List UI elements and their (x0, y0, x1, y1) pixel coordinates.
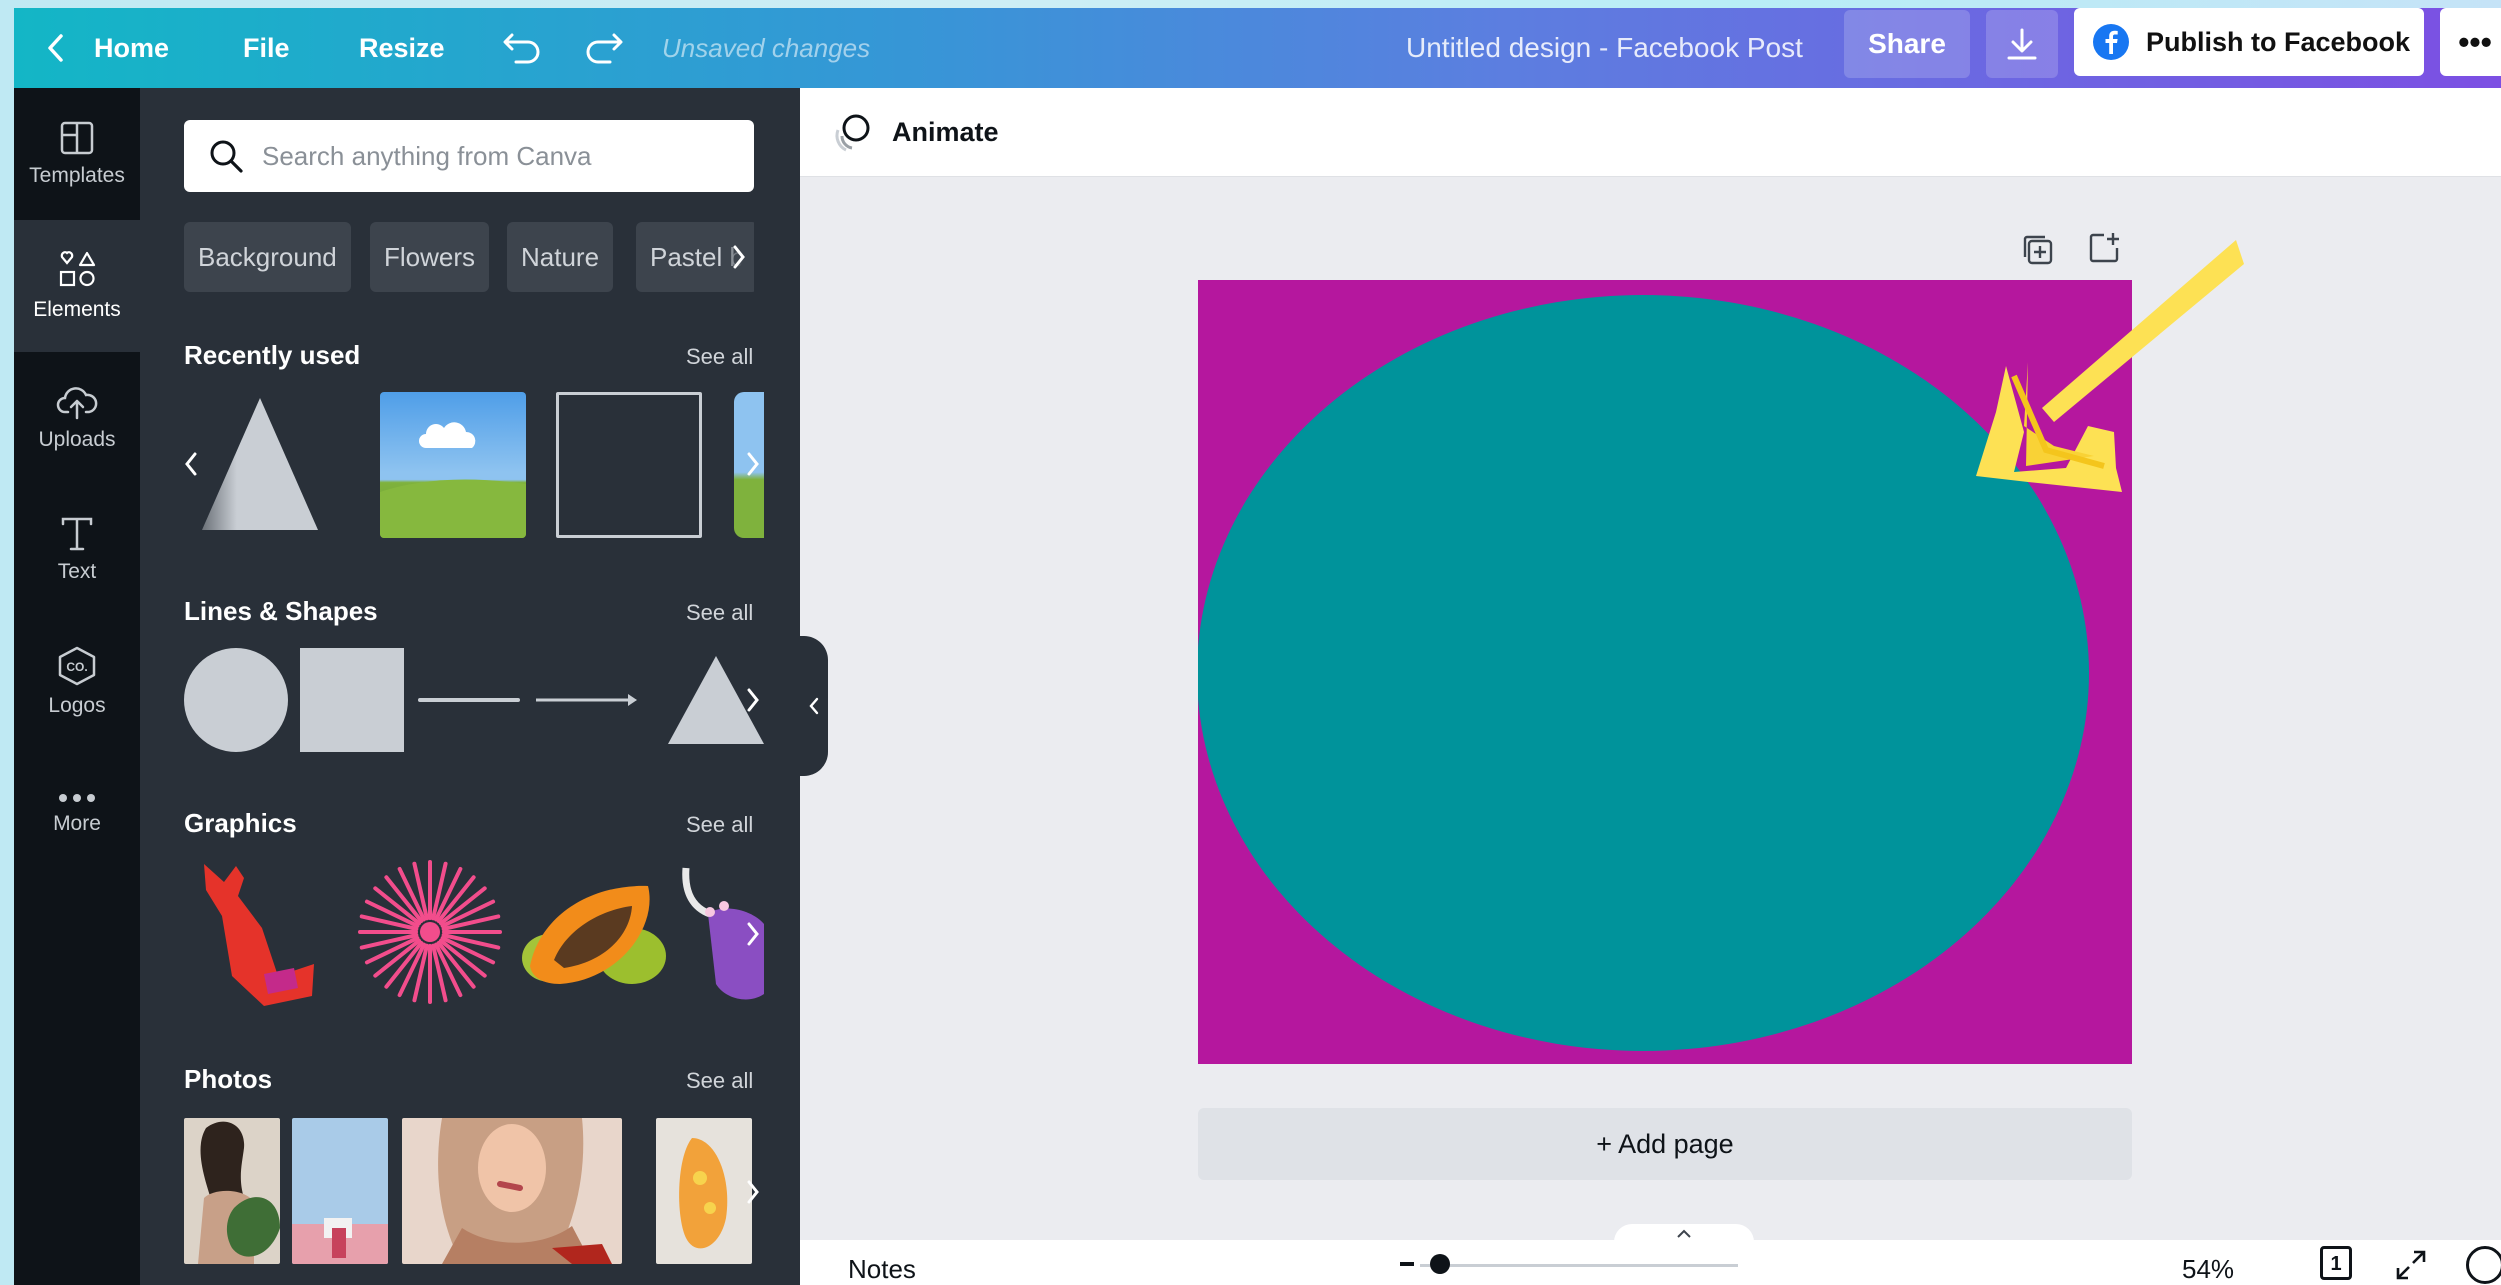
rail-label-text: Text (57, 560, 97, 583)
facebook-icon (2093, 24, 2129, 60)
search-placeholder: Search anything from Canva (262, 140, 592, 171)
logos-icon: CO. (58, 646, 96, 686)
undo-icon[interactable] (498, 8, 546, 88)
zoom-slider[interactable] (1420, 1264, 1738, 1267)
elements-panel: Search anything from Canva Background Fl… (140, 88, 800, 1285)
search-input[interactable]: Search anything from Canva (184, 120, 754, 192)
chip-flowers[interactable]: Flowers (370, 222, 490, 292)
section-title-photos: Photos (184, 1064, 273, 1094)
chevron-right-icon[interactable] (724, 227, 754, 287)
share-button[interactable]: Share (1844, 10, 1970, 78)
resize-menu[interactable]: Resize (359, 8, 445, 88)
shape-circle[interactable] (184, 648, 288, 752)
add-page-button[interactable]: + Add page (1198, 1108, 2132, 1180)
section-title-lines-shapes: Lines & Shapes (184, 596, 378, 626)
zoom-slider-handle[interactable] (1430, 1254, 1450, 1274)
templates-icon (60, 121, 94, 155)
see-all-recently-used[interactable]: See all (686, 344, 753, 370)
rail-item-more[interactable]: More (14, 748, 140, 880)
more-options-button[interactable]: ••• (2440, 8, 2501, 76)
recent-triangle[interactable] (200, 394, 320, 534)
shape-line[interactable] (418, 698, 520, 702)
chevron-right-icon[interactable] (738, 904, 768, 964)
graphic-hand-sign[interactable] (184, 856, 324, 1006)
recent-square-frame[interactable] (556, 392, 702, 538)
rail-label-logos: Logos (48, 694, 106, 717)
section-title-recently-used: Recently used (184, 340, 361, 370)
see-all-lines-shapes[interactable]: See all (686, 600, 753, 626)
photo-woman-plant[interactable] (184, 1118, 280, 1264)
rail-item-logos[interactable]: CO. Logos (14, 616, 140, 748)
shape-square[interactable] (300, 648, 404, 752)
notes-button[interactable]: Notes (848, 1254, 916, 1285)
animate-icon[interactable] (832, 110, 876, 154)
canva-editor: Home File Resize Unsaved changes Untitle… (14, 8, 2501, 1285)
search-icon (210, 140, 243, 173)
download-icon (2007, 28, 2037, 60)
design-title[interactable]: Untitled design - Facebook Post (1406, 8, 1803, 88)
suggestion-chips: Background Flowers Nature Pastel b (184, 222, 754, 292)
chevron-left-icon[interactable] (40, 8, 70, 88)
zoom-level[interactable]: 54% (2182, 1254, 2234, 1285)
publish-label: Publish to Facebook (2146, 26, 2411, 57)
page-count-button[interactable]: 1 (2320, 1246, 2352, 1280)
home-link[interactable]: Home (94, 8, 169, 88)
rail-item-uploads[interactable]: Uploads (14, 352, 140, 484)
chevron-left-icon (809, 697, 819, 715)
unsaved-status: Unsaved changes (662, 33, 871, 63)
chevron-right-icon[interactable] (738, 670, 768, 730)
side-rail: Templates Elements Uploads Text CO. Logo… (14, 88, 140, 1285)
animate-button[interactable]: Animate (892, 88, 999, 176)
chip-background[interactable]: Background (184, 222, 351, 292)
see-all-graphics[interactable]: See all (686, 812, 753, 838)
download-button[interactable] (1986, 10, 2058, 78)
chevron-right-icon[interactable] (738, 434, 768, 494)
publish-to-facebook-button[interactable]: Publish to Facebook (2074, 8, 2424, 76)
redo-icon[interactable] (580, 8, 628, 88)
svg-text:CO.: CO. (66, 660, 87, 674)
elements-icon (59, 251, 96, 287)
rail-label-uploads: Uploads (38, 428, 116, 451)
rail-item-text[interactable]: Text (14, 484, 140, 616)
help-icon[interactable] (2466, 1246, 2501, 1284)
rail-label-templates: Templates (29, 164, 125, 187)
text-icon (61, 517, 93, 551)
yellow-arrow-graphic[interactable] (1954, 236, 2254, 556)
collapse-panel-button[interactable] (800, 636, 828, 776)
graphic-starburst[interactable] (356, 858, 504, 1006)
rail-label-more: More (53, 812, 101, 835)
file-menu[interactable]: File (243, 8, 290, 88)
see-all-photos[interactable]: See all (686, 1068, 753, 1094)
zoom-out-icon[interactable] (1400, 1262, 1414, 1266)
canvas-toolbar: Animate (800, 88, 2501, 177)
photo-blue-pink[interactable] (292, 1118, 388, 1264)
photo-woman-hijab[interactable] (402, 1118, 622, 1264)
top-bar: Home File Resize Unsaved changes Untitle… (14, 8, 2501, 88)
chevron-up-icon (1677, 1229, 1691, 1238)
more-icon (59, 794, 95, 802)
graphic-papaya[interactable] (520, 876, 668, 998)
uploads-icon (56, 387, 98, 420)
shape-arrow-line[interactable] (536, 688, 640, 712)
chevron-right-icon[interactable] (738, 1162, 768, 1222)
rail-label-elements: Elements (33, 298, 121, 321)
recent-landscape-image[interactable] (380, 392, 526, 538)
chip-nature[interactable]: Nature (507, 222, 614, 292)
bottom-bar: Notes 54% 1 (800, 1240, 2501, 1285)
fullscreen-icon[interactable] (2394, 1248, 2428, 1282)
section-title-graphics: Graphics (184, 808, 297, 838)
rail-item-templates[interactable]: Templates (14, 88, 140, 220)
rail-item-elements[interactable]: Elements (14, 220, 140, 352)
